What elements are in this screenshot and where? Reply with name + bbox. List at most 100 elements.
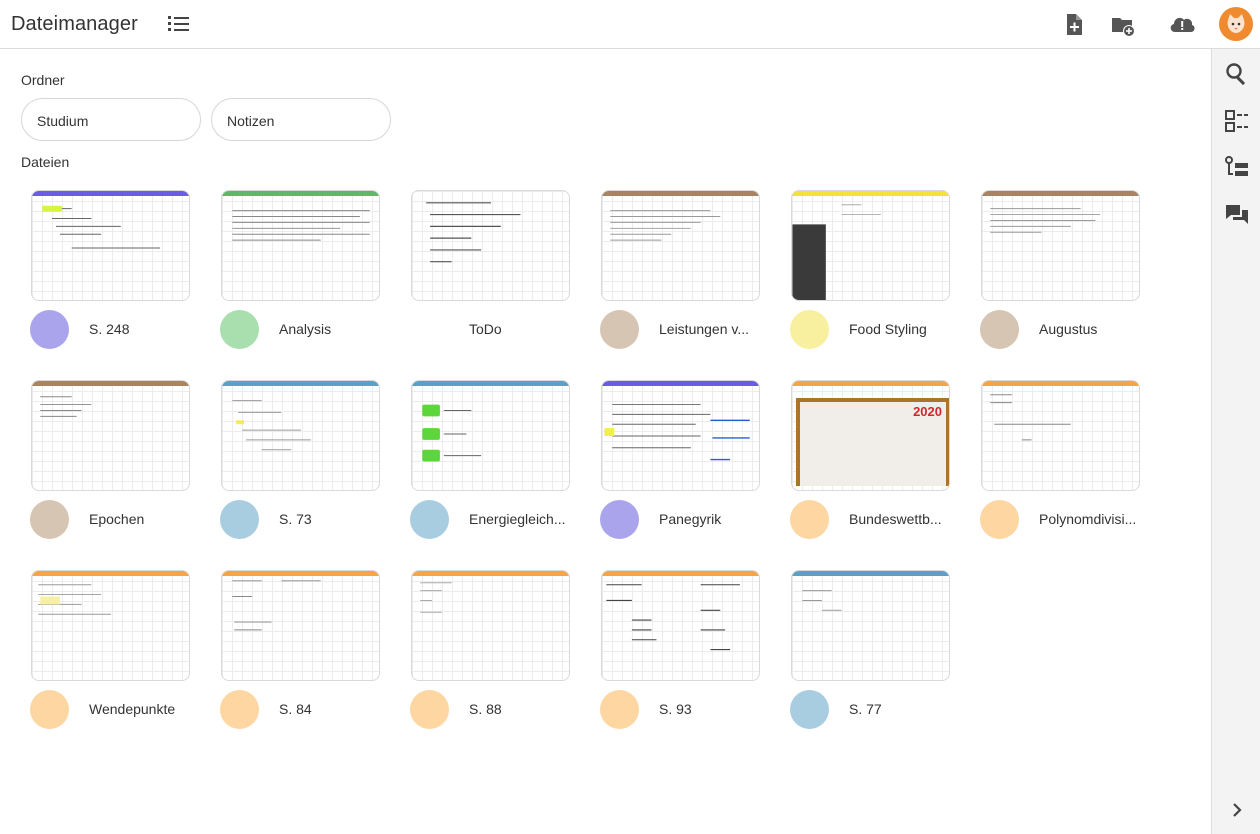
file-thumbnail	[411, 380, 570, 491]
file-tile[interactable]: S. 88	[410, 570, 572, 730]
file-thumbnail	[221, 570, 380, 681]
file-color-dot	[410, 690, 449, 729]
file-color-dot	[980, 500, 1019, 539]
thumbnail-handwriting	[990, 208, 1101, 233]
file-tile[interactable]: Energiegleich...	[410, 380, 572, 540]
file-thumbnail	[31, 570, 190, 681]
file-tile[interactable]: Leistungen v...	[600, 190, 762, 350]
cloud-alert-icon[interactable]	[1168, 12, 1196, 38]
thumbnail-color-bar	[792, 381, 949, 386]
folders-label: Ordner	[21, 72, 65, 88]
folder-notizen[interactable]: Notizen	[211, 98, 391, 141]
file-color-dot	[600, 310, 639, 349]
file-color-dot	[220, 500, 259, 539]
file-tile[interactable]: Wendepunkte	[30, 570, 192, 730]
file-thumbnail: 2020	[791, 380, 950, 491]
file-tile[interactable]: S. 93	[600, 570, 762, 730]
file-tile[interactable]: S. 77	[790, 570, 952, 730]
file-color-dot	[600, 690, 639, 729]
file-name: Augustus	[1039, 321, 1098, 337]
file-color-dot	[30, 690, 69, 729]
file-color-dot	[790, 310, 829, 349]
file-thumbnail	[791, 190, 950, 301]
file-name: Food Styling	[849, 321, 927, 337]
thumbnail-handwriting	[426, 202, 521, 263]
file-thumbnail	[221, 380, 380, 491]
top-bar: Dateimanager	[0, 0, 1260, 49]
thumbnail-handwriting	[232, 400, 311, 451]
thumbnail-handwriting	[990, 394, 1071, 441]
file-name: Bundeswettb...	[849, 511, 942, 527]
folder-name: Notizen	[227, 113, 275, 129]
thumbnail-handwriting	[42, 205, 161, 249]
folder-studium[interactable]: Studium	[21, 98, 201, 141]
file-name: S. 73	[279, 511, 312, 527]
tree-list-icon[interactable]	[1224, 155, 1250, 181]
new-file-icon[interactable]	[1062, 12, 1088, 38]
file-name: Wendepunkte	[89, 701, 176, 717]
file-tile[interactable]: Augustus	[980, 190, 1142, 350]
cat-icon	[1227, 14, 1245, 33]
file-tile[interactable]: S. 248	[30, 190, 192, 350]
file-thumbnail	[31, 190, 190, 301]
right-sidebar	[1211, 49, 1260, 834]
file-tile[interactable]: Food Styling	[790, 190, 952, 350]
file-color-dot	[790, 690, 829, 729]
file-name: ToDo	[469, 321, 502, 337]
file-thumbnail	[981, 380, 1140, 491]
file-thumbnail	[791, 570, 950, 681]
file-color-dot	[410, 500, 449, 539]
file-tile[interactable]: Epochen	[30, 380, 192, 540]
file-thumbnail	[221, 190, 380, 301]
file-tile[interactable]: S. 73	[220, 380, 382, 540]
file-tile[interactable]: ToDo	[410, 190, 572, 350]
file-thumbnail	[981, 190, 1140, 301]
thumbnail-photo: 2020	[796, 398, 949, 486]
file-thumbnail	[601, 570, 760, 681]
folder-name: Studium	[37, 113, 89, 129]
new-folder-icon[interactable]	[1110, 12, 1136, 38]
file-tile[interactable]: Panegyrik	[600, 380, 762, 540]
list-tasks-icon[interactable]	[1224, 108, 1250, 134]
chat-icon[interactable]	[1224, 202, 1250, 228]
file-name: S. 77	[849, 701, 882, 717]
thumbnail-handwriting	[610, 210, 721, 241]
file-thumbnail	[31, 380, 190, 491]
thumbnail-handwriting	[606, 584, 740, 651]
file-color-dot	[600, 500, 639, 539]
file-thumbnail	[601, 380, 760, 491]
file-name: S. 248	[89, 321, 130, 337]
file-tile[interactable]: Polynomdivisi...	[980, 380, 1142, 540]
file-tile[interactable]: S. 84	[220, 570, 382, 730]
chevron-right-icon[interactable]	[1224, 797, 1250, 823]
files-label: Dateien	[21, 154, 70, 170]
thumbnail-handwriting	[604, 404, 750, 461]
file-tile[interactable]: Analysis	[220, 190, 382, 350]
thumbnail-handwriting	[38, 584, 111, 615]
file-name: S. 84	[279, 701, 312, 717]
file-color-dot	[220, 690, 259, 729]
file-name: S. 93	[659, 701, 692, 717]
file-color-dot	[790, 500, 829, 539]
file-color-dot	[220, 310, 259, 349]
file-name: Analysis	[279, 321, 332, 337]
file-color-dot	[30, 500, 69, 539]
file-name: Energiegleich...	[469, 511, 566, 527]
thumbnail-handwriting	[802, 590, 842, 611]
file-thumbnail	[411, 570, 570, 681]
thumbnail-handwriting	[792, 204, 881, 300]
list-view-icon[interactable]	[166, 12, 192, 36]
file-color-dot	[410, 310, 449, 349]
thumbnail-handwriting	[40, 396, 92, 417]
thumbnail-handwriting	[422, 404, 482, 462]
thumbnail-handwriting	[232, 210, 370, 241]
file-name: S. 88	[469, 701, 502, 717]
search-icon[interactable]	[1224, 61, 1250, 87]
file-color-dot	[980, 310, 1019, 349]
file-name: Epochen	[89, 511, 145, 527]
file-tile[interactable]: 2020 Bundeswettb...	[790, 380, 952, 540]
avatar[interactable]	[1219, 7, 1253, 41]
file-name: Polynomdivisi...	[1039, 511, 1137, 527]
file-name: Leistungen v...	[659, 321, 750, 337]
file-thumbnail	[601, 190, 760, 301]
